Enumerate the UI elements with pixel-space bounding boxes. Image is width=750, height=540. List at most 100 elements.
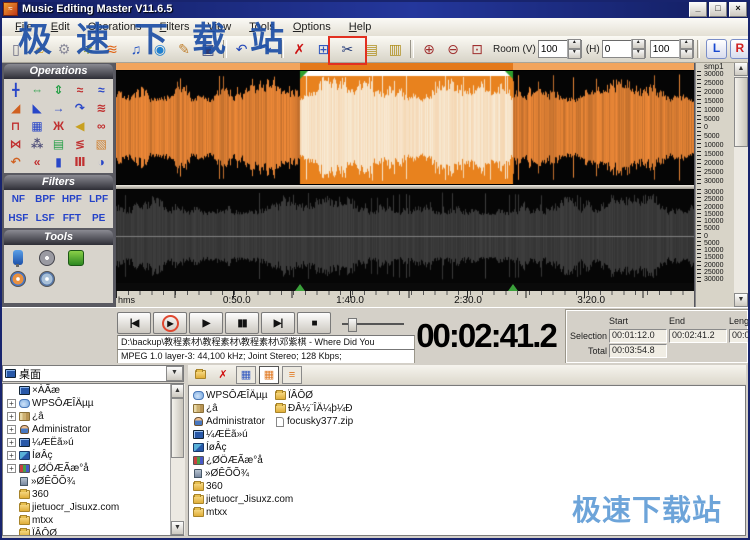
tree-item[interactable]: 360: [3, 488, 183, 501]
op-icon-3[interactable]: ⇕: [48, 81, 69, 99]
op-icon-21[interactable]: ↶: [5, 153, 26, 171]
file-item[interactable]: mtxx: [193, 506, 293, 519]
waveform-panel[interactable]: hms 0:50.0 1:40.0 2:30.0 3:20.0: [116, 62, 694, 307]
filter-button[interactable]: BPF: [32, 194, 59, 205]
op-icon-14[interactable]: ◀: [69, 117, 90, 135]
location-combobox[interactable]: 桌面 ▼: [2, 365, 184, 382]
filter-button[interactable]: HSF: [5, 213, 32, 224]
minimize-button[interactable]: _: [689, 1, 707, 17]
menu-item[interactable]: Options: [284, 19, 340, 35]
open-file-icon[interactable]: ▱: [28, 38, 52, 60]
seek-slider[interactable]: [342, 318, 404, 332]
preview-icon[interactable]: ⊡: [465, 38, 489, 60]
view-large-icons-icon[interactable]: ▦: [236, 365, 256, 384]
expand-toggle[interactable]: [7, 438, 16, 447]
expand-toggle[interactable]: [7, 464, 16, 473]
tree-item[interactable]: »ØÊÕÕ¾: [3, 475, 183, 488]
edit-icon[interactable]: ✎: [172, 38, 196, 60]
expand-toggle[interactable]: [7, 451, 16, 460]
paste-new-icon[interactable]: ▥: [383, 38, 407, 60]
op-icon-6[interactable]: ◢: [5, 99, 26, 117]
op-icon-18[interactable]: ▤: [48, 135, 69, 153]
record-icon[interactable]: ≋: [100, 38, 124, 60]
delete-file-icon[interactable]: ✗: [213, 366, 233, 384]
close-button[interactable]: ×: [729, 1, 747, 17]
save-icon[interactable]: ▣: [196, 38, 220, 60]
scrollbar-thumb[interactable]: [171, 398, 184, 458]
paste-icon[interactable]: ▤: [359, 38, 383, 60]
op-icon-22[interactable]: «: [26, 153, 47, 171]
copy-icon[interactable]: ⊞: [311, 38, 335, 60]
filter-button[interactable]: PE: [85, 213, 112, 224]
tree-item[interactable]: ¼ÆËã»ú: [3, 436, 183, 449]
menu-item[interactable]: Tools: [240, 19, 284, 35]
op-icon-19[interactable]: ≶: [69, 135, 90, 153]
left-channel-button[interactable]: L: [706, 39, 727, 59]
tree-item[interactable]: ÏÂÔØ: [3, 527, 183, 535]
cut-icon[interactable]: ✂: [335, 38, 359, 60]
play-button[interactable]: ▶: [189, 312, 223, 334]
film-tool-icon[interactable]: [39, 250, 55, 266]
file-item[interactable]: focusky377.zip: [275, 415, 353, 428]
pause-button[interactable]: ▮▮: [225, 312, 259, 334]
tree-item[interactable]: Administrator: [3, 423, 183, 436]
spin-down-icon[interactable]: ▼: [631, 49, 645, 59]
op-icon-12[interactable]: ▦: [26, 117, 47, 135]
file-item[interactable]: »ØÊÕÕ¾: [193, 467, 293, 480]
file-item[interactable]: ÍøÂç: [193, 441, 293, 454]
op-icon-5[interactable]: ≈: [91, 81, 112, 99]
folder-up-icon[interactable]: [190, 366, 210, 384]
play-selection-button[interactable]: ▶: [153, 312, 187, 334]
cd-burn-icon[interactable]: [10, 271, 26, 287]
op-icon-4[interactable]: ≈: [69, 81, 90, 99]
menu-item[interactable]: Help: [340, 19, 381, 35]
selection-start-marker[interactable]: [294, 284, 305, 291]
view-list-icon[interactable]: ≡: [282, 365, 302, 384]
op-icon-7[interactable]: ◣: [26, 99, 47, 117]
op-icon-9[interactable]: ↷: [69, 99, 90, 117]
view-small-icons-icon[interactable]: ▦: [259, 365, 279, 384]
tree-item[interactable]: WPSÔÆÎÄµµ: [3, 397, 183, 410]
op-icon-11[interactable]: ⊓: [5, 117, 26, 135]
op-icon-2[interactable]: ⇔: [26, 81, 47, 99]
filter-button[interactable]: LSF: [32, 213, 59, 224]
scroll-up-icon[interactable]: ▲: [171, 384, 184, 398]
right-channel-button[interactable]: R: [729, 39, 750, 59]
op-icon-24[interactable]: Ⅲ: [69, 153, 90, 171]
waveform-right-channel[interactable]: [116, 189, 694, 283]
spin-up-icon[interactable]: ▲: [679, 39, 693, 49]
cd-rip-icon[interactable]: [39, 271, 55, 287]
new-file-icon[interactable]: ▯: [4, 38, 28, 60]
h-spinner-1[interactable]: 0 ▲ ▼: [601, 39, 646, 59]
waveform-left-channel[interactable]: [116, 71, 694, 184]
spin-up-icon[interactable]: ▲: [567, 39, 581, 49]
combo-dropdown-icon[interactable]: ▼: [166, 366, 183, 381]
file-item[interactable]: 360: [193, 480, 293, 493]
menu-item[interactable]: Edit: [42, 19, 79, 35]
scrollbar-thumb[interactable]: [734, 77, 748, 147]
filter-button[interactable]: HPF: [59, 194, 86, 205]
menu-item[interactable]: File: [6, 19, 42, 35]
scroll-up-icon[interactable]: ▲: [734, 62, 748, 76]
spin-down-icon[interactable]: ▼: [567, 49, 581, 59]
file-item[interactable]: ÏÂÔØ: [275, 389, 353, 402]
filter-button[interactable]: LPF: [85, 194, 112, 205]
delete-icon[interactable]: ✗: [287, 38, 311, 60]
stop-button[interactable]: ■: [297, 312, 331, 334]
expand-toggle[interactable]: [7, 399, 16, 408]
selection-end-marker[interactable]: [507, 284, 518, 291]
op-icon-15[interactable]: ∞: [91, 117, 112, 135]
zoom-in-icon[interactable]: ⊕: [417, 38, 441, 60]
file-item[interactable]: ¼ÆËã»ú: [193, 428, 293, 441]
file-item[interactable]: ¿ØÖÆÃæ°å: [193, 454, 293, 467]
redo-icon[interactable]: ↷: [254, 38, 278, 60]
op-icon-23[interactable]: ▮: [48, 153, 69, 171]
overview-bar[interactable]: [116, 62, 694, 71]
tree-item[interactable]: mtxx: [3, 514, 183, 527]
undo-icon[interactable]: ↶: [230, 38, 254, 60]
expand-toggle[interactable]: [7, 425, 16, 434]
menu-item[interactable]: Filters: [151, 19, 199, 35]
waveform-scrollbar[interactable]: ▲ ▼: [734, 62, 748, 307]
filter-button[interactable]: FFT: [59, 213, 86, 224]
spin-up-icon[interactable]: ▲: [631, 39, 645, 49]
